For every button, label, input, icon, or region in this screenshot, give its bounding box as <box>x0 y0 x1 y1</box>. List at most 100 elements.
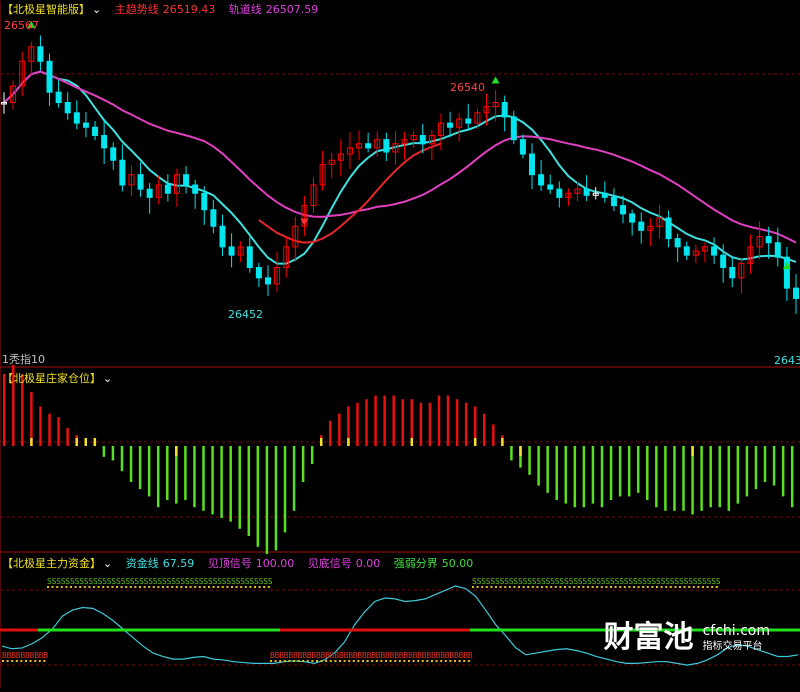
chevron-down-icon[interactable]: ⌄ <box>103 557 112 570</box>
candle-body <box>146 188 153 198</box>
top-signal-marker-dot <box>619 586 622 588</box>
top-signal-marker-dot <box>518 586 520 588</box>
top-signal-marker-dot <box>152 586 155 588</box>
candle-body <box>210 209 217 227</box>
top-signal-marker-dot <box>587 586 589 588</box>
position-bar-yellow <box>691 446 694 456</box>
chevron-down-icon[interactable]: ⌄ <box>103 372 112 385</box>
position-panel-header: 【北极星庄家仓位】 ⌄ <box>2 372 122 386</box>
candle-body <box>501 102 508 118</box>
candle-body <box>228 246 235 256</box>
candle-body <box>192 184 199 194</box>
candle-body <box>674 238 681 248</box>
candle-body <box>465 118 472 124</box>
top-signal-marker-dot <box>614 586 617 588</box>
candle-body <box>101 135 108 149</box>
position-bar <box>618 446 622 497</box>
bottom-signal-marker-dot <box>454 660 456 662</box>
top-signal-marker-dot <box>669 586 672 588</box>
top-signal-marker-dot <box>531 586 534 588</box>
position-bar <box>655 446 658 508</box>
candle-body <box>419 135 426 145</box>
boundary-label: 强弱分界 <box>393 557 438 570</box>
top-signal-marker-dot <box>692 586 695 588</box>
top-signal-marker-dot <box>217 586 220 588</box>
boundary-value: 50.00 <box>441 557 474 570</box>
bottom-signal-marker-dot <box>357 660 360 662</box>
bottom-signal-marker-dot <box>467 660 470 662</box>
position-bar <box>120 446 124 472</box>
top-signal-marker-dot <box>665 586 668 588</box>
position-bar <box>274 446 278 551</box>
top-signal-marker-dot <box>715 586 718 588</box>
position-bar <box>138 446 142 490</box>
position-bar <box>292 446 296 511</box>
top-signal-marker-dot <box>106 586 109 588</box>
position-bar <box>147 446 151 497</box>
bottom-signal-marker-dot <box>389 660 392 662</box>
bottom-signal-marker-dot <box>440 660 443 662</box>
position-bar <box>537 446 540 486</box>
capital-panel-name[interactable]: 【北极星主力资金】 <box>2 557 101 570</box>
top-signal-marker-dot <box>600 586 603 588</box>
bottom-signal-marker-dot <box>463 660 466 662</box>
candle-body <box>783 256 790 289</box>
top-signal-marker-dot <box>208 586 210 588</box>
position-bar <box>256 446 260 547</box>
track-line-label: 轨道线 <box>228 3 262 16</box>
bottom-signal-marker-dot <box>320 660 323 662</box>
top-signal-marker-dot <box>674 586 677 588</box>
position-panel-name[interactable]: 【北极星庄家仓位】 <box>2 372 101 385</box>
top-signal-marker-dot <box>660 586 663 588</box>
top-signal-marker-dot <box>254 586 256 588</box>
top-signal-marker-dot <box>102 586 105 588</box>
top-signal-marker-dot <box>79 586 82 588</box>
top-signal-marker-dot <box>596 586 599 588</box>
top-signal-marker-dot <box>65 586 68 588</box>
bottom-signal-marker-dot <box>270 660 272 662</box>
candle-body <box>711 246 718 256</box>
bottom-signal-marker-dot <box>380 660 383 662</box>
position-bar-yellow <box>519 446 522 456</box>
position-bar <box>48 413 51 446</box>
top-signal-marker-dot <box>185 586 187 588</box>
position-bar-yellow <box>30 438 33 446</box>
position-bar <box>528 446 531 475</box>
top-signal-marker-dot <box>495 586 497 588</box>
trend-line-value: 26519.43 <box>162 3 216 16</box>
position-bar <box>356 402 359 446</box>
top-signal-marker-dot <box>56 586 59 588</box>
price-label-26452: 26452 <box>228 308 263 321</box>
bottom-signal-marker-dot <box>352 660 355 662</box>
candle-body <box>365 143 372 149</box>
top-signal-marker-dot <box>628 586 631 588</box>
bottom-signal-marker-dot <box>348 660 351 662</box>
position-bar <box>582 446 586 508</box>
top-signal-marker-dot <box>711 586 714 588</box>
top-signal-marker-dot <box>545 586 548 588</box>
candle-body <box>119 159 126 186</box>
top-signal-marker-dot <box>485 586 488 588</box>
position-bar <box>392 395 395 446</box>
top-signal-marker-dot <box>120 586 123 588</box>
position-bar <box>464 402 468 446</box>
top-signal-marker-dot <box>582 586 585 588</box>
top-signal-marker-dot <box>143 586 146 588</box>
position-bar <box>129 446 133 482</box>
top-signal-marker-dot <box>157 586 160 588</box>
position-bar-yellow <box>175 446 178 456</box>
top-signal-marker-dot <box>679 586 681 588</box>
bottom-signal-marker-dot <box>431 660 433 662</box>
top-signal-marker-dot <box>472 586 474 588</box>
candle-body <box>137 174 144 190</box>
watermark-logo: 财富池 cfchi.com 指标交易平台 <box>603 620 770 655</box>
top-signal-marker-dot <box>116 586 118 588</box>
candle-body <box>620 205 627 215</box>
top-signal-marker-dot <box>706 586 709 588</box>
top-signal-marker-dot <box>697 586 700 588</box>
candles <box>1 35 799 314</box>
top-signal-marker-dot <box>688 586 691 588</box>
price-panel-name[interactable]: 【北极星智能版】 <box>2 3 90 16</box>
top-signal-marker-dot <box>568 586 571 588</box>
chevron-down-icon[interactable]: ⌄ <box>92 3 101 16</box>
